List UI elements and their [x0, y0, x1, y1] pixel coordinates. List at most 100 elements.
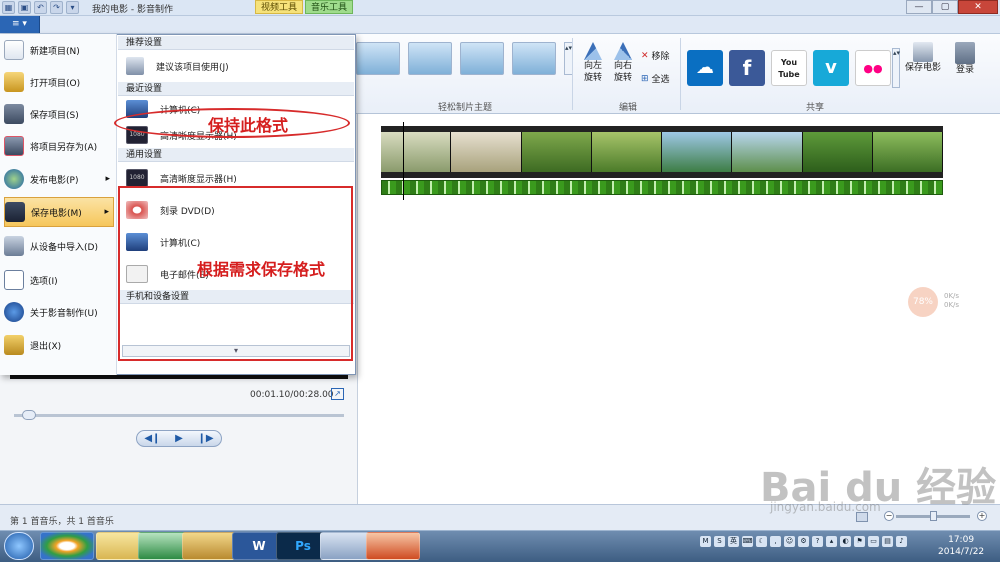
close-button[interactable]: ✕ [958, 0, 998, 14]
fullscreen-icon[interactable]: ↗ [331, 388, 344, 400]
save-icon[interactable]: ▣ [18, 1, 31, 14]
video-frame [662, 132, 733, 172]
tray-app-icon[interactable]: ◐ [840, 536, 851, 547]
status-text: 第 1 首音乐，共 1 首音乐 [10, 517, 114, 527]
menu-item-save-as[interactable]: 将项目另存为(A) [4, 131, 114, 161]
menu-item-new-project[interactable]: 新建项目(N) [4, 35, 114, 65]
menu-item-exit[interactable]: 退出(X) [4, 330, 114, 360]
app-menu-icon[interactable]: ▦ [2, 1, 15, 14]
tray-m-icon[interactable]: M [700, 536, 711, 547]
maximize-button[interactable]: ▢ [932, 0, 958, 14]
playhead[interactable] [403, 122, 404, 200]
redo-icon[interactable]: ↷ [50, 1, 63, 14]
tray-tools-icon[interactable]: ⚙ [798, 536, 809, 547]
tab-video-tools[interactable]: 视频工具 [255, 0, 304, 14]
theme-thumbnail[interactable] [460, 42, 504, 75]
next-frame-button[interactable]: ❙▶ [198, 433, 214, 444]
tray-s-icon[interactable]: S [714, 536, 725, 547]
start-button-icon[interactable] [4, 532, 34, 560]
undo-icon[interactable]: ↶ [34, 1, 47, 14]
quick-access-toolbar: ▦ ▣ ↶ ↷ ▾ [2, 1, 79, 14]
taskbar-app-explorer-icon[interactable] [182, 532, 236, 560]
facebook-icon[interactable]: f [729, 50, 765, 86]
menu-item-label: 新建项目(N) [30, 46, 80, 57]
minimize-button[interactable]: — [906, 0, 932, 14]
menu-item-label: 关于影音制作(U) [30, 308, 98, 319]
video-frame [451, 132, 522, 172]
annotation-keep-format: 保持此格式 [208, 116, 289, 135]
rotate-right-icon [614, 42, 632, 60]
select-all-button[interactable]: ⊞ 全选 [641, 72, 670, 86]
watermark-url: jingyan.baidu.com [770, 500, 881, 514]
login-icon [955, 42, 975, 64]
video-clip-track[interactable] [381, 126, 943, 178]
taskbar-app-moviemaker-icon[interactable] [366, 532, 420, 560]
theme-thumbnail[interactable] [512, 42, 556, 75]
preview-time: 00:01.10/00:28.00 [250, 390, 334, 400]
login-button[interactable]: 登录 [950, 42, 980, 76]
tray-help-icon[interactable]: ? [812, 536, 823, 547]
hd-display-icon: 1080 [126, 169, 148, 187]
group-label-themes: 轻松制片主题 [437, 103, 492, 113]
share-targets: ☁ f You Tube v ●● [687, 50, 891, 86]
menu-item-label: 保存项目(S) [30, 110, 79, 121]
tray-keyboard-icon[interactable]: ⌨ [742, 536, 753, 547]
menu-item-save-movie[interactable]: 保存电影(M) ▸ [4, 197, 114, 227]
menu-item-save-project[interactable]: 保存项目(S) [4, 99, 114, 129]
save-movie-ribbon-button[interactable]: 保存电影 [903, 42, 943, 74]
rotate-left-button[interactable]: 向左旋转 [580, 42, 606, 84]
menu-item-label: 将项目另存为(A) [30, 142, 98, 153]
menu-item-label: 从设备中导入(D) [30, 242, 98, 253]
file-menu-button[interactable]: ≡ ▾ [0, 16, 40, 33]
theme-thumbnail[interactable] [356, 42, 400, 75]
play-button[interactable]: ▶ [175, 433, 183, 444]
tray-smile-icon[interactable]: ☺ [784, 536, 795, 547]
submenu-item-label: 高清晰度显示器(H) [160, 174, 237, 185]
video-frame [802, 132, 873, 172]
tray-punct-icon[interactable]: , [770, 536, 781, 547]
previous-frame-button[interactable]: ◀❙ [144, 433, 160, 444]
clock[interactable]: 17:09 2014/7/22 [938, 534, 984, 558]
theme-thumbnail[interactable] [408, 42, 452, 75]
select-all-label: 全选 [651, 75, 670, 85]
context-tabs: 视频工具 音乐工具 [255, 0, 354, 14]
menu-item-options[interactable]: 选项(I) [4, 265, 114, 295]
youtube-icon[interactable]: You Tube [771, 50, 807, 86]
seek-slider-handle[interactable] [22, 410, 36, 420]
tray-network-icon[interactable]: ▤ [882, 536, 893, 547]
publish-icon [4, 169, 24, 189]
tray-volume-icon[interactable]: ♪ [896, 536, 907, 547]
tray-moon-icon[interactable]: ☾ [756, 536, 767, 547]
menu-item-open-project[interactable]: 打开项目(O) [4, 67, 114, 97]
ime-indicator[interactable]: 英 [728, 536, 739, 547]
skydrive-icon[interactable]: ☁ [687, 50, 723, 86]
info-icon [4, 302, 24, 322]
tray-monitor-icon[interactable]: ▭ [868, 536, 879, 547]
tab-music-tools[interactable]: 音乐工具 [305, 0, 354, 14]
preview-video-area [10, 375, 348, 379]
submenu-arrow-icon: ▸ [104, 207, 109, 217]
video-frame [732, 132, 803, 172]
video-frame [591, 132, 662, 172]
remove-button[interactable]: ✕ 移除 [641, 49, 670, 63]
video-frame [521, 132, 592, 172]
submenu-arrow-icon: ▸ [105, 174, 110, 184]
flickr-icon[interactable]: ●● [855, 50, 891, 86]
submenu-item-label: 建议该项目使用(J) [156, 62, 229, 73]
vimeo-icon[interactable]: v [813, 50, 849, 86]
share-gallery-scroll-icon[interactable]: ▴▾ [892, 48, 900, 88]
menu-item-publish[interactable]: 发布电影(P) ▸ [4, 164, 114, 194]
seek-slider[interactable] [14, 414, 344, 417]
submenu-item-recommended[interactable]: 建议该项目使用(J) [118, 50, 354, 82]
menu-item-import[interactable]: 从设备中导入(D) [4, 231, 114, 261]
rotate-right-button[interactable]: 向右旋转 [610, 42, 636, 84]
menu-item-about[interactable]: 关于影音制作(U) [4, 297, 114, 327]
window-title: 我的电影 - 影音制作 [92, 5, 173, 15]
music-track[interactable] [381, 180, 943, 195]
taskbar-app-color-icon[interactable] [40, 532, 94, 560]
submenu-header: 通用设置 [118, 148, 354, 162]
tray-flag-icon[interactable]: ⚑ [854, 536, 865, 547]
tray-arrow-icon[interactable]: ▴ [826, 536, 837, 547]
customize-qat-icon[interactable]: ▾ [66, 1, 79, 14]
recommended-icon [126, 57, 144, 75]
